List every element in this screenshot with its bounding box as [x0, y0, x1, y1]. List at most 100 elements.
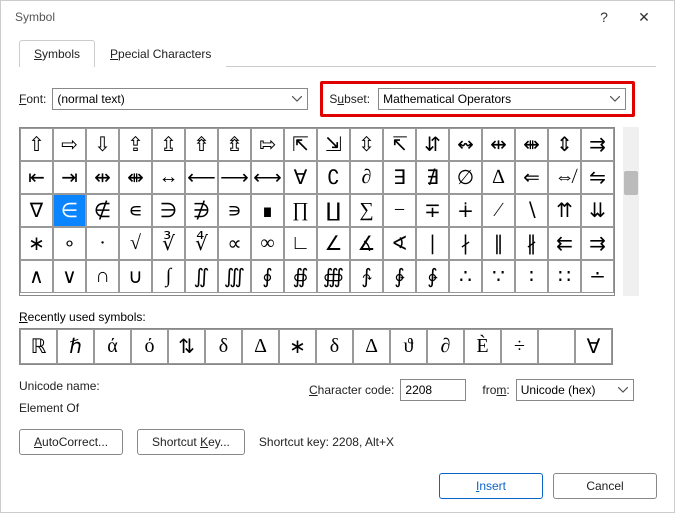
symbol-cell[interactable]: ⇉ [581, 227, 614, 260]
symbol-cell[interactable]: ∏ [284, 194, 317, 227]
from-combo[interactable]: Unicode (hex) [516, 379, 634, 401]
symbol-cell[interactable]: ⇳ [350, 128, 383, 161]
symbol-cell[interactable]: ∝ [218, 227, 251, 260]
symbol-grid[interactable]: ⇧⇨⇩⇪⇫⇮⇯⇰⇱⇲⇳↸⇵↭⇹⇼⇕⇉⇤⇥⇹⇼↔⟵⟶⟷∀∁∂∃∄∅∆⇐⇎⇋∇∈∉∊… [19, 127, 615, 296]
symbol-cell[interactable]: ⇊ [581, 194, 614, 227]
symbol-cell[interactable]: ⇹ [86, 161, 119, 194]
symbol-cell[interactable]: ∔ [449, 194, 482, 227]
symbol-cell[interactable]: ⟷ [251, 161, 284, 194]
symbol-cell[interactable]: ⇯ [218, 128, 251, 161]
symbol-cell[interactable]: √ [119, 227, 152, 260]
symbol-cell[interactable]: ∕ [482, 194, 515, 227]
recent-cell[interactable]: ∗ [279, 329, 316, 364]
symbol-cell[interactable]: ∄ [416, 161, 449, 194]
symbol-cell[interactable]: ↭ [449, 128, 482, 161]
symbol-cell[interactable]: ∸ [581, 260, 614, 293]
symbol-cell[interactable]: ∬ [185, 260, 218, 293]
shortcut-key-button[interactable]: Shortcut Key... [137, 429, 245, 455]
recent-cell[interactable]: ℝ [20, 329, 57, 364]
symbol-cell[interactable]: ∟ [284, 227, 317, 260]
recent-cell[interactable] [538, 329, 575, 364]
symbol-cell[interactable]: ∍ [218, 194, 251, 227]
symbol-cell[interactable]: ⇉ [581, 128, 614, 161]
symbol-cell[interactable]: ⇇ [548, 227, 581, 260]
symbol-cell[interactable]: ⇪ [119, 128, 152, 161]
symbol-cell[interactable]: ∀ [284, 161, 317, 194]
recent-cell[interactable]: ό [131, 329, 168, 364]
symbol-cell[interactable]: ⇼ [119, 161, 152, 194]
symbol-cell[interactable]: ∣ [416, 227, 449, 260]
symbol-cell[interactable]: ∐ [317, 194, 350, 227]
symbol-cell[interactable]: ∡ [350, 227, 383, 260]
symbol-cell[interactable]: ⇈ [548, 194, 581, 227]
recent-grid[interactable]: ℝℏάό⇅δΔ∗δΔϑ∂È÷∀ [19, 328, 613, 365]
recent-cell[interactable]: ∀ [575, 329, 612, 364]
recent-cell[interactable]: δ [205, 329, 242, 364]
symbol-cell[interactable]: ∃ [383, 161, 416, 194]
close-icon[interactable]: ✕ [624, 9, 664, 26]
symbol-cell[interactable]: ∖ [515, 194, 548, 227]
symbol-cell[interactable]: ∉ [86, 194, 119, 227]
grid-scrollbar[interactable] [623, 127, 639, 296]
symbol-cell[interactable]: ⇫ [152, 128, 185, 161]
symbol-cell[interactable]: ⟶ [218, 161, 251, 194]
recent-cell[interactable]: Δ [353, 329, 390, 364]
symbol-cell[interactable]: ∢ [383, 227, 416, 260]
symbol-cell[interactable]: ∳ [416, 260, 449, 293]
symbol-cell[interactable]: ⇵ [416, 128, 449, 161]
symbol-cell[interactable]: ↔ [152, 161, 185, 194]
symbol-cell[interactable]: ∎ [251, 194, 284, 227]
recent-cell[interactable]: δ [316, 329, 353, 364]
symbol-cell[interactable]: ∗ [20, 227, 53, 260]
symbol-cell[interactable]: ∱ [350, 260, 383, 293]
symbol-cell[interactable]: ∴ [449, 260, 482, 293]
symbol-cell[interactable]: ∇ [20, 194, 53, 227]
symbol-cell[interactable]: ∮ [251, 260, 284, 293]
symbol-cell[interactable]: ⇮ [185, 128, 218, 161]
symbol-cell[interactable]: ⇩ [86, 128, 119, 161]
help-icon[interactable]: ? [584, 9, 624, 25]
symbol-cell[interactable]: ∙ [86, 227, 119, 260]
tab-symbols[interactable]: Symbols [19, 40, 95, 67]
recent-cell[interactable]: Δ [242, 329, 279, 364]
symbol-cell[interactable]: ⇧ [20, 128, 53, 161]
symbol-cell[interactable]: ∌ [185, 194, 218, 227]
symbol-cell[interactable]: ∰ [317, 260, 350, 293]
symbol-cell[interactable]: ∁ [317, 161, 350, 194]
symbol-cell[interactable]: ⇲ [317, 128, 350, 161]
symbol-cell[interactable]: ⇎ [548, 161, 581, 194]
symbol-cell[interactable]: ∭ [218, 260, 251, 293]
symbol-cell[interactable]: ∞ [251, 227, 284, 260]
symbol-cell[interactable]: ∷ [548, 260, 581, 293]
symbol-cell[interactable]: ∂ [350, 161, 383, 194]
symbol-cell[interactable]: ∫ [152, 260, 185, 293]
symbol-cell[interactable]: ∦ [515, 227, 548, 260]
symbol-cell[interactable]: ∪ [119, 260, 152, 293]
symbol-cell[interactable]: ∅ [449, 161, 482, 194]
recent-cell[interactable]: ℏ [57, 329, 94, 364]
recent-cell[interactable]: ά [94, 329, 131, 364]
symbol-cell[interactable]: ∤ [449, 227, 482, 260]
recent-cell[interactable]: ∂ [427, 329, 464, 364]
symbol-cell[interactable]: ∆ [482, 161, 515, 194]
symbol-cell[interactable]: ∊ [119, 194, 152, 227]
symbol-cell[interactable]: ⟵ [185, 161, 218, 194]
symbol-cell[interactable]: ⇐ [515, 161, 548, 194]
symbol-cell[interactable]: ∥ [482, 227, 515, 260]
symbol-cell[interactable]: ⇹ [482, 128, 515, 161]
symbol-cell[interactable]: ⇥ [53, 161, 86, 194]
symbol-cell[interactable]: ∘ [53, 227, 86, 260]
recent-cell[interactable]: ÷ [501, 329, 538, 364]
symbol-cell[interactable]: ∋ [152, 194, 185, 227]
symbol-cell[interactable]: ∛ [152, 227, 185, 260]
symbol-cell[interactable]: ∜ [185, 227, 218, 260]
recent-cell[interactable]: ⇅ [168, 329, 205, 364]
symbol-cell[interactable]: ∯ [284, 260, 317, 293]
recent-cell[interactable]: È [464, 329, 501, 364]
symbol-cell[interactable]: ⇨ [53, 128, 86, 161]
symbol-cell[interactable]: ⇼ [515, 128, 548, 161]
symbol-cell[interactable]: ∓ [416, 194, 449, 227]
symbol-cell[interactable]: ⇋ [581, 161, 614, 194]
cancel-button[interactable]: Cancel [553, 473, 657, 499]
tab-special-characters[interactable]: Ppecial Characters [95, 40, 226, 67]
